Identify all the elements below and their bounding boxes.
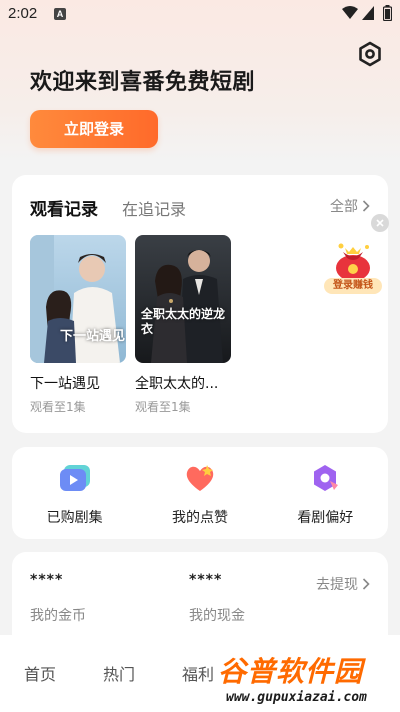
drama-poster: 下一站遇见	[30, 235, 126, 363]
drama-name: 全职太太的...	[135, 376, 219, 392]
purchased-episodes-button[interactable]: 已购剧集	[12, 447, 137, 539]
withdraw-label: 去提现	[316, 577, 358, 593]
watermark-url: www.gupuxiazai.com	[226, 690, 367, 705]
status-bar: 2:02 A	[0, 0, 400, 28]
heart-icon	[186, 465, 214, 491]
tab-watch-history[interactable]: 观看记录	[30, 195, 98, 220]
tab-following[interactable]: 在追记录	[122, 196, 186, 220]
login-button[interactable]: 立即登录	[30, 110, 158, 148]
drama-progress: 观看至1集	[30, 400, 86, 414]
settings-icon[interactable]	[357, 41, 383, 67]
notification-icon: A	[54, 8, 66, 20]
preference-icon	[314, 465, 339, 491]
drama-poster: 全职太太的逆龙衣	[135, 235, 231, 363]
money-bag-icon	[336, 243, 370, 281]
coins-value: ****	[30, 572, 64, 588]
feature-label: 我的点赞	[171, 510, 228, 526]
signal-icon	[362, 6, 374, 20]
drama-item[interactable]: 下一站遇见 下一站遇见 观看至1集	[30, 235, 126, 415]
poster-image	[135, 235, 231, 363]
features-card: 已购剧集 我的点赞 看剧偏好	[12, 447, 388, 539]
chevron-right-icon	[362, 200, 370, 212]
see-all-link[interactable]: 全部	[330, 196, 370, 216]
see-all-label: 全部	[330, 199, 358, 215]
battery-icon	[383, 5, 392, 21]
chevron-right-icon	[362, 578, 370, 590]
purchased-episodes-icon	[59, 465, 90, 491]
cash-value: ****	[189, 572, 223, 588]
login-earn-promo[interactable]: 登录赚钱	[323, 238, 383, 296]
nav-welfare[interactable]: 福利	[182, 661, 214, 685]
drama-item[interactable]: 全职太太的逆龙衣 全职太太的... 观看至1集	[135, 235, 231, 415]
status-time: 2:02	[8, 5, 38, 22]
feature-label: 看剧偏好	[297, 510, 354, 526]
drama-progress: 观看至1集	[135, 400, 191, 414]
drama-name: 下一站遇见	[30, 376, 100, 392]
cash-label[interactable]: 我的现金	[189, 605, 245, 625]
watch-history-card: 观看记录 在追记录 全部 下一站遇见 下一站遇见 观看至1集 全职太太的逆龙衣 …	[12, 175, 388, 433]
poster-title: 全职太太的逆龙衣	[141, 307, 226, 336]
feature-label: 已购剧集	[46, 510, 103, 526]
wifi-icon	[342, 6, 358, 19]
welcome-title: 欢迎来到喜番免费短剧	[30, 70, 256, 95]
close-promo-button[interactable]	[371, 214, 389, 232]
watermark-title: 谷普软件园	[218, 655, 364, 688]
promo-label: 登录赚钱	[324, 278, 382, 294]
poster-title: 下一站遇见	[60, 329, 126, 344]
my-likes-button[interactable]: 我的点赞	[137, 447, 262, 539]
nav-hot[interactable]: 热门	[103, 661, 135, 685]
nav-home[interactable]: 首页	[24, 661, 56, 685]
withdraw-link[interactable]: 去提现	[316, 574, 370, 594]
close-icon	[376, 219, 384, 227]
watermark: 谷普软件园 www.gupuxiazai.com	[218, 650, 396, 708]
coins-label[interactable]: 我的金币	[30, 605, 86, 625]
viewing-preference-button[interactable]: 看剧偏好	[263, 447, 388, 539]
